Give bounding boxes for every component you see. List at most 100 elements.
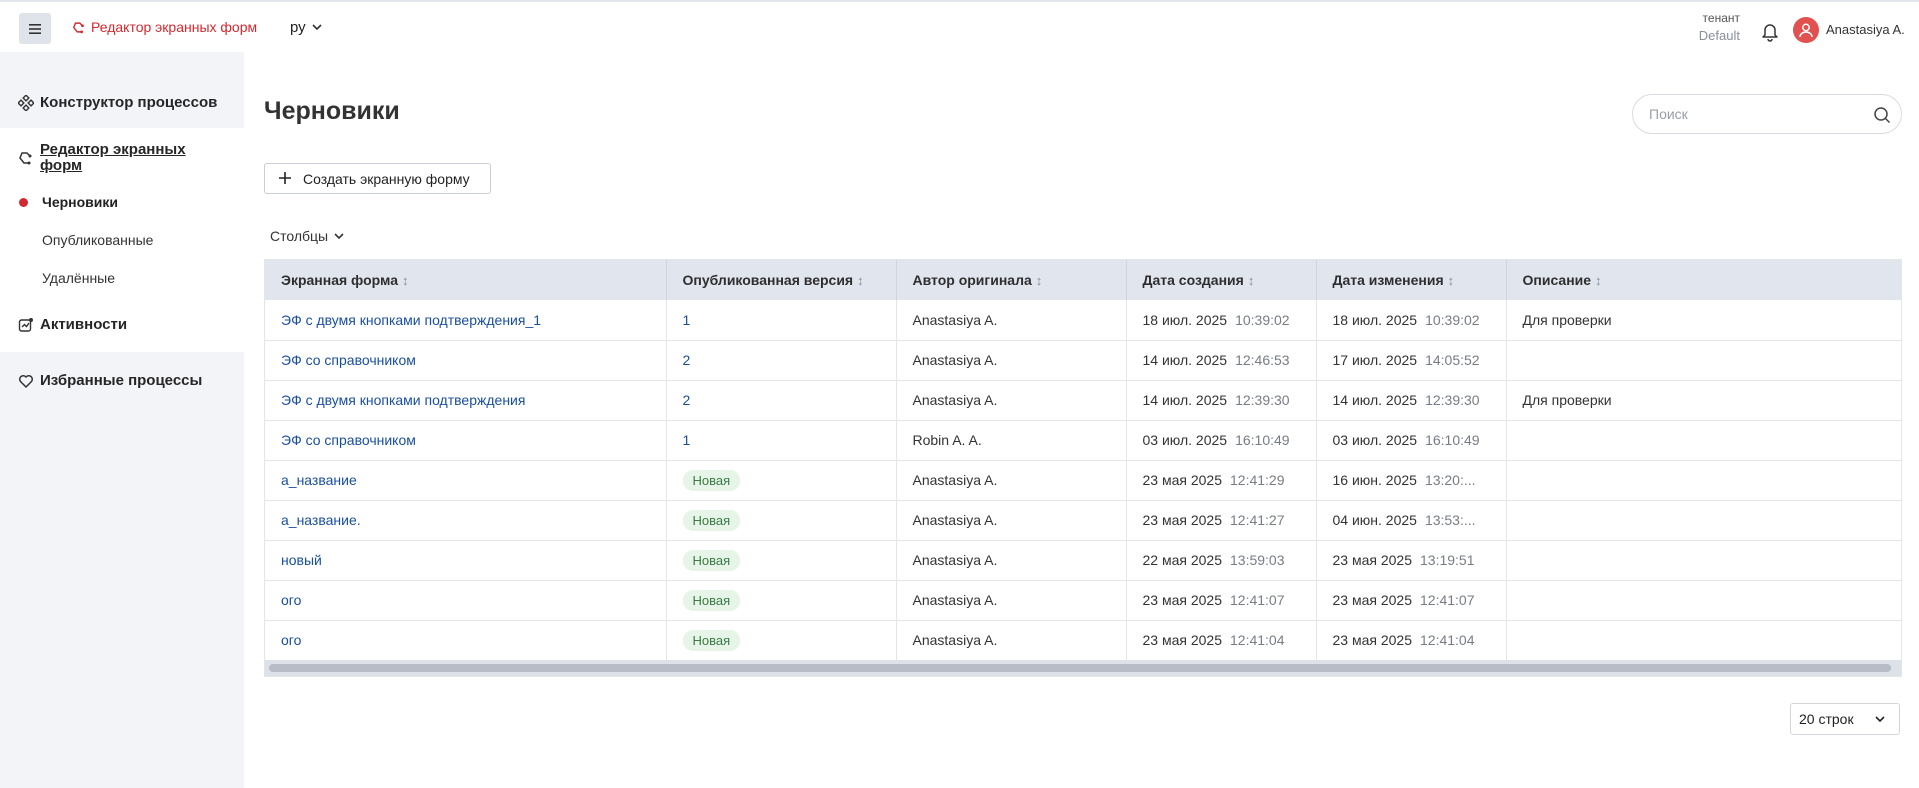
brand-link[interactable]: Редактор экранных форм	[72, 19, 257, 35]
form-name-link[interactable]: а_название.	[281, 512, 361, 528]
search-box[interactable]	[1632, 94, 1902, 134]
sidebar-sub-drafts[interactable]: Черновики	[0, 183, 244, 221]
form-name-link[interactable]: ЭФ со справочником	[281, 352, 416, 368]
cell-modified: 03 июл. 2025 16:10:49	[1316, 420, 1507, 461]
table-row[interactable]: ого Новая Anastasiya A. 23 мая 2025 12:41…	[265, 580, 1901, 621]
cell-author: Anastasiya A.	[896, 500, 1127, 541]
columns-toggle[interactable]: Столбцы	[270, 228, 344, 244]
description-text: Для проверки	[1522, 392, 1612, 408]
modified-time: 13:53:...	[1424, 512, 1476, 528]
cell-author: Anastasiya A.	[896, 300, 1127, 341]
author-text: Anastasiya A.	[912, 512, 998, 528]
cell-version: 1	[666, 420, 897, 461]
language-select[interactable]: ру	[290, 19, 322, 36]
cell-created: 22 мая 2025 13:59:03	[1126, 540, 1317, 581]
status-badge: Новая	[682, 469, 741, 491]
modified-time: 16:10:49	[1425, 432, 1480, 448]
sidebar-item-label: Конструктор процессов	[40, 94, 218, 111]
column-header-description[interactable]: Описание ↕	[1506, 260, 1901, 300]
hamburger-menu-button[interactable]	[19, 13, 51, 44]
sidebar-item-favorite-processes[interactable]: Избранные процессы	[0, 358, 244, 404]
sidebar-sub-deleted[interactable]: Удалённые	[0, 259, 244, 297]
created-time: 12:41:07	[1230, 592, 1285, 608]
rows-per-page-label: 20 строк	[1799, 711, 1854, 727]
table-row[interactable]: ЭФ с двумя кнопками подтверждения 2 Anas…	[265, 380, 1901, 421]
status-badge: Новая	[682, 629, 741, 651]
column-header-modified[interactable]: Дата изменения ↕	[1316, 260, 1507, 300]
top-bar: Редактор экранных форм ру тенант Default…	[0, 2, 1919, 52]
sidebar-item-process-designer[interactable]: Конструктор процессов	[0, 80, 244, 126]
form-name-link[interactable]: ЭФ со справочником	[281, 432, 416, 448]
column-header-created[interactable]: Дата создания ↕	[1126, 260, 1317, 300]
sidebar-sub-label: Опубликованные	[42, 232, 154, 248]
created-time: 12:41:27	[1230, 512, 1285, 528]
cell-version: 1	[666, 300, 897, 341]
sidebar-sub-published[interactable]: Опубликованные	[0, 221, 244, 259]
status-badge: Новая	[682, 509, 741, 531]
cell-created: 14 июл. 2025 12:39:30	[1126, 380, 1317, 421]
rows-per-page-select[interactable]: 20 строк	[1790, 703, 1900, 735]
table-row[interactable]: ого Новая Anastasiya A. 23 мая 2025 12:41…	[265, 620, 1901, 661]
form-name-link[interactable]: ЭФ с двумя кнопками подтверждения_1	[281, 312, 541, 328]
cell-created: 14 июл. 2025 12:46:53	[1126, 340, 1317, 381]
cell-version: Новая	[666, 460, 897, 501]
modified-date: 03 июл. 2025	[1332, 432, 1418, 448]
search-icon[interactable]	[1873, 106, 1891, 124]
column-header-version[interactable]: Опубликованная версия ↕	[666, 260, 897, 300]
table-row[interactable]: новый Новая Anastasiya A. 22 мая 2025 13:…	[265, 540, 1901, 581]
cell-description	[1506, 420, 1901, 461]
column-header-label: Опубликованная версия	[682, 272, 854, 288]
horizontal-scrollbar[interactable]	[265, 660, 1901, 676]
column-header-form[interactable]: Экранная форма ↕	[265, 260, 667, 300]
modified-time: 13:20:...	[1424, 472, 1476, 488]
sidebar-item-label: Активности	[40, 316, 128, 333]
version-link[interactable]: 2	[683, 352, 691, 368]
version-link[interactable]: 1	[683, 432, 691, 448]
sort-icon: ↕	[1447, 273, 1455, 288]
author-text: Anastasiya A.	[912, 392, 998, 408]
cell-author: Anastasiya A.	[896, 460, 1127, 501]
form-name-link[interactable]: ЭФ с двумя кнопками подтверждения	[281, 392, 525, 408]
modified-time: 12:41:07	[1420, 592, 1475, 608]
cell-version: Новая	[666, 580, 897, 621]
column-header-label: Автор оригинала	[912, 272, 1032, 288]
sidebar-item-activities[interactable]: Активности	[0, 302, 244, 348]
scrollbar-thumb[interactable]	[269, 664, 1891, 672]
created-date: 14 июл. 2025	[1142, 392, 1228, 408]
created-date: 23 мая 2025	[1142, 512, 1223, 528]
form-name-link[interactable]: ого	[281, 592, 301, 608]
table-row[interactable]: ЭФ с двумя кнопками подтверждения_1 1 An…	[265, 300, 1901, 341]
table-row[interactable]: ЭФ со справочником 1 Robin A. A. 03 июл.…	[265, 420, 1901, 461]
cell-author: Anastasiya A.	[896, 380, 1127, 421]
author-text: Anastasiya A.	[912, 632, 998, 648]
chevron-down-icon	[312, 24, 322, 31]
cell-created: 23 мая 2025 12:41:07	[1126, 580, 1317, 621]
language-label: ру	[290, 19, 306, 36]
table-row[interactable]: ЭФ со справочником 2 Anastasiya A. 14 ию…	[265, 340, 1901, 381]
sort-icon: ↕	[857, 273, 864, 288]
version-link[interactable]: 1	[683, 312, 691, 328]
cell-created: 18 июл. 2025 10:39:02	[1126, 300, 1317, 341]
sort-icon: ↕	[1595, 273, 1602, 288]
create-form-button[interactable]: Создать экранную форму	[264, 163, 491, 194]
form-name-link[interactable]: а_название	[281, 472, 357, 488]
bell-icon[interactable]	[1759, 20, 1781, 42]
avatar[interactable]	[1793, 17, 1819, 43]
table-row[interactable]: а_название. Новая Anastasiya A. 23 мая 2…	[265, 500, 1901, 541]
cell-created: 23 мая 2025 12:41:29	[1126, 460, 1317, 501]
version-link[interactable]: 2	[683, 392, 691, 408]
cell-version: Новая	[666, 620, 897, 661]
cell-modified: 23 мая 2025 12:41:04	[1316, 620, 1507, 661]
form-name-link[interactable]: новый	[281, 552, 322, 568]
table-row[interactable]: а_название Новая Anastasiya A. 23 мая 20…	[265, 460, 1901, 501]
form-name-link[interactable]: ого	[281, 632, 301, 648]
search-input[interactable]	[1649, 104, 1859, 124]
user-name[interactable]: Anastasiya A.	[1826, 22, 1905, 37]
modified-time: 13:19:51	[1420, 552, 1475, 568]
cell-modified: 04 июн. 2025 13:53:...	[1316, 500, 1507, 541]
column-header-author[interactable]: Автор оригинала ↕	[896, 260, 1127, 300]
tenant-info[interactable]: тенант Default	[1696, 11, 1740, 43]
cell-description	[1506, 580, 1901, 621]
cell-modified: 23 мая 2025 12:41:07	[1316, 580, 1507, 621]
created-date: 23 мая 2025	[1142, 592, 1223, 608]
